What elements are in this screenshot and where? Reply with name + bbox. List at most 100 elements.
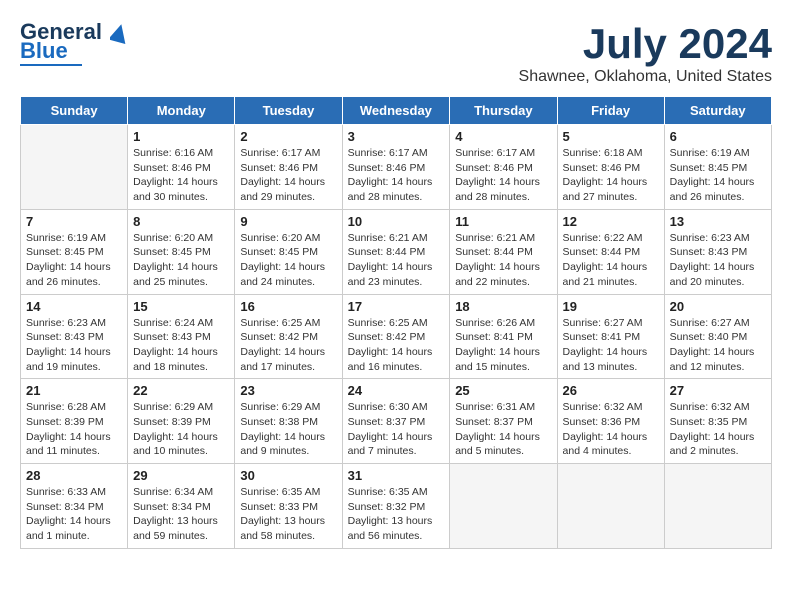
day-info: Sunrise: 6:17 AM Sunset: 8:46 PM Dayligh…	[240, 146, 336, 205]
day-number: 16	[240, 299, 336, 314]
main-title: July 2024	[519, 20, 772, 68]
calendar-cell: 13 Sunrise: 6:23 AM Sunset: 8:43 PM Dayli…	[664, 209, 771, 294]
calendar-cell: 27 Sunrise: 6:32 AM Sunset: 8:35 PM Dayli…	[664, 379, 771, 464]
day-number: 26	[563, 383, 659, 398]
day-number: 23	[240, 383, 336, 398]
day-info: Sunrise: 6:29 AM Sunset: 8:39 PM Dayligh…	[133, 400, 229, 459]
day-header-wednesday: Wednesday	[342, 97, 450, 125]
day-number: 19	[563, 299, 659, 314]
calendar-cell: 29Sunrise: 6:34 AM Sunset: 8:34 PM Dayli…	[128, 464, 235, 549]
calendar-cell: 2Sunrise: 6:17 AM Sunset: 8:46 PM Daylig…	[235, 125, 342, 210]
day-info: Sunrise: 6:19 AM Sunset: 8:45 PM Dayligh…	[670, 146, 766, 205]
day-number: 27	[670, 383, 766, 398]
day-info: Sunrise: 6:32 AM Sunset: 8:35 PM Dayligh…	[670, 400, 766, 459]
logo: General Blue	[20, 20, 128, 66]
day-header-monday: Monday	[128, 97, 235, 125]
calendar-cell: 3 Sunrise: 6:17 AM Sunset: 8:46 PM Daylig…	[342, 125, 450, 210]
day-number: 28	[26, 468, 122, 483]
day-info: Sunrise: 6:26 AM Sunset: 8:41 PM Dayligh…	[455, 316, 551, 375]
day-info: Sunrise: 6:17 AM Sunset: 8:46 PM Dayligh…	[455, 146, 551, 205]
day-number: 18	[455, 299, 551, 314]
calendar-cell: 18 Sunrise: 6:26 AM Sunset: 8:41 PM Dayli…	[450, 294, 557, 379]
day-header-tuesday: Tuesday	[235, 97, 342, 125]
day-info: Sunrise: 6:34 AM Sunset: 8:34 PM Dayligh…	[133, 485, 229, 544]
calendar-cell	[664, 464, 771, 549]
day-info: Sunrise: 6:19 AM Sunset: 8:45 PM Dayligh…	[26, 231, 122, 290]
calendar-cell: 11 Sunrise: 6:21 AM Sunset: 8:44 PM Dayli…	[450, 209, 557, 294]
calendar-cell: 30Sunrise: 6:35 AM Sunset: 8:33 PM Dayli…	[235, 464, 342, 549]
calendar-cell: 21Sunrise: 6:28 AM Sunset: 8:39 PM Dayli…	[21, 379, 128, 464]
calendar-cell: 10 Sunrise: 6:21 AM Sunset: 8:44 PM Dayli…	[342, 209, 450, 294]
calendar-cell: 26 Sunrise: 6:32 AM Sunset: 8:36 PM Dayli…	[557, 379, 664, 464]
day-number: 7	[26, 214, 122, 229]
calendar-cell: 12 Sunrise: 6:22 AM Sunset: 8:44 PM Dayli…	[557, 209, 664, 294]
day-number: 31	[348, 468, 445, 483]
day-number: 9	[240, 214, 336, 229]
day-info: Sunrise: 6:17 AM Sunset: 8:46 PM Dayligh…	[348, 146, 445, 205]
calendar-week-2: 7 Sunrise: 6:19 AM Sunset: 8:45 PM Daylig…	[21, 209, 772, 294]
day-number: 11	[455, 214, 551, 229]
calendar-table: SundayMondayTuesdayWednesdayThursdayFrid…	[20, 96, 772, 549]
day-info: Sunrise: 6:25 AM Sunset: 8:42 PM Dayligh…	[348, 316, 445, 375]
day-number: 10	[348, 214, 445, 229]
day-number: 13	[670, 214, 766, 229]
day-info: Sunrise: 6:21 AM Sunset: 8:44 PM Dayligh…	[348, 231, 445, 290]
day-info: Sunrise: 6:35 AM Sunset: 8:32 PM Dayligh…	[348, 485, 445, 544]
day-info: Sunrise: 6:20 AM Sunset: 8:45 PM Dayligh…	[240, 231, 336, 290]
day-info: Sunrise: 6:18 AM Sunset: 8:46 PM Dayligh…	[563, 146, 659, 205]
calendar-cell: 1Sunrise: 6:16 AM Sunset: 8:46 PM Daylig…	[128, 125, 235, 210]
logo-triangle-icon	[110, 22, 128, 44]
calendar-cell: 15Sunrise: 6:24 AM Sunset: 8:43 PM Dayli…	[128, 294, 235, 379]
day-number: 30	[240, 468, 336, 483]
day-info: Sunrise: 6:28 AM Sunset: 8:39 PM Dayligh…	[26, 400, 122, 459]
day-info: Sunrise: 6:31 AM Sunset: 8:37 PM Dayligh…	[455, 400, 551, 459]
calendar-cell	[21, 125, 128, 210]
day-header-sunday: Sunday	[21, 97, 128, 125]
calendar-cell	[450, 464, 557, 549]
day-info: Sunrise: 6:24 AM Sunset: 8:43 PM Dayligh…	[133, 316, 229, 375]
day-number: 1	[133, 129, 229, 144]
calendar-cell: 28 Sunrise: 6:33 AM Sunset: 8:34 PM Dayli…	[21, 464, 128, 549]
calendar-header-row: SundayMondayTuesdayWednesdayThursdayFrid…	[21, 97, 772, 125]
day-info: Sunrise: 6:23 AM Sunset: 8:43 PM Dayligh…	[670, 231, 766, 290]
day-number: 4	[455, 129, 551, 144]
day-info: Sunrise: 6:33 AM Sunset: 8:34 PM Dayligh…	[26, 485, 122, 544]
calendar-cell: 4 Sunrise: 6:17 AM Sunset: 8:46 PM Daylig…	[450, 125, 557, 210]
day-number: 3	[348, 129, 445, 144]
day-header-saturday: Saturday	[664, 97, 771, 125]
day-info: Sunrise: 6:27 AM Sunset: 8:41 PM Dayligh…	[563, 316, 659, 375]
calendar-cell: 7 Sunrise: 6:19 AM Sunset: 8:45 PM Daylig…	[21, 209, 128, 294]
calendar-cell	[557, 464, 664, 549]
day-header-thursday: Thursday	[450, 97, 557, 125]
calendar-cell: 20 Sunrise: 6:27 AM Sunset: 8:40 PM Dayli…	[664, 294, 771, 379]
calendar-cell: 8Sunrise: 6:20 AM Sunset: 8:45 PM Daylig…	[128, 209, 235, 294]
day-number: 14	[26, 299, 122, 314]
day-info: Sunrise: 6:22 AM Sunset: 8:44 PM Dayligh…	[563, 231, 659, 290]
calendar-cell: 19 Sunrise: 6:27 AM Sunset: 8:41 PM Dayli…	[557, 294, 664, 379]
day-info: Sunrise: 6:32 AM Sunset: 8:36 PM Dayligh…	[563, 400, 659, 459]
day-number: 6	[670, 129, 766, 144]
calendar-week-4: 21Sunrise: 6:28 AM Sunset: 8:39 PM Dayli…	[21, 379, 772, 464]
day-info: Sunrise: 6:21 AM Sunset: 8:44 PM Dayligh…	[455, 231, 551, 290]
calendar-week-3: 14Sunrise: 6:23 AM Sunset: 8:43 PM Dayli…	[21, 294, 772, 379]
day-number: 5	[563, 129, 659, 144]
calendar-cell: 22 Sunrise: 6:29 AM Sunset: 8:39 PM Dayli…	[128, 379, 235, 464]
calendar-week-1: 1Sunrise: 6:16 AM Sunset: 8:46 PM Daylig…	[21, 125, 772, 210]
calendar-cell: 24Sunrise: 6:30 AM Sunset: 8:37 PM Dayli…	[342, 379, 450, 464]
day-number: 17	[348, 299, 445, 314]
day-number: 25	[455, 383, 551, 398]
logo-underline	[20, 64, 82, 66]
calendar-cell: 9 Sunrise: 6:20 AM Sunset: 8:45 PM Daylig…	[235, 209, 342, 294]
day-number: 8	[133, 214, 229, 229]
calendar-week-5: 28 Sunrise: 6:33 AM Sunset: 8:34 PM Dayli…	[21, 464, 772, 549]
sub-title: Shawnee, Oklahoma, United States	[519, 68, 772, 86]
logo-blue: Blue	[20, 40, 68, 62]
day-number: 12	[563, 214, 659, 229]
day-number: 20	[670, 299, 766, 314]
day-number: 22	[133, 383, 229, 398]
calendar-cell: 14Sunrise: 6:23 AM Sunset: 8:43 PM Dayli…	[21, 294, 128, 379]
calendar-cell: 5 Sunrise: 6:18 AM Sunset: 8:46 PM Daylig…	[557, 125, 664, 210]
calendar-cell: 23Sunrise: 6:29 AM Sunset: 8:38 PM Dayli…	[235, 379, 342, 464]
day-info: Sunrise: 6:25 AM Sunset: 8:42 PM Dayligh…	[240, 316, 336, 375]
day-info: Sunrise: 6:27 AM Sunset: 8:40 PM Dayligh…	[670, 316, 766, 375]
